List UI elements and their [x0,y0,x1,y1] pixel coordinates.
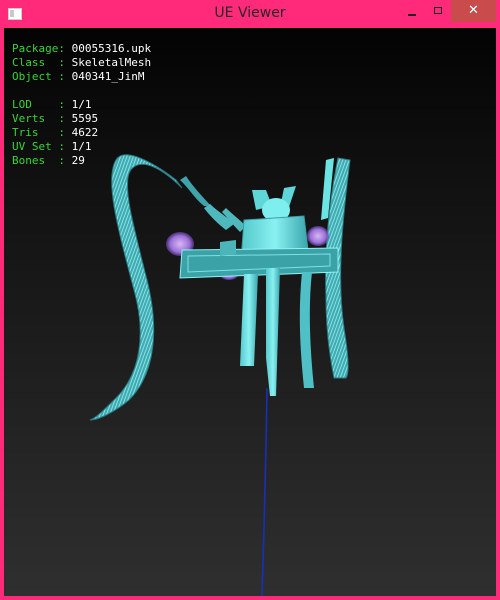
plank [179,247,339,279]
title-bar[interactable]: UE Viewer ✕ [0,0,500,28]
skeletal-mesh-render [89,154,351,596]
leg-left [240,274,258,366]
bone-line [261,387,268,596]
maximize-icon [434,7,442,14]
close-button[interactable]: ✕ [451,0,496,22]
maximize-button[interactable] [425,0,451,22]
left-ribbon [89,154,183,421]
minimize-icon [408,14,416,16]
upper-tassel [180,176,211,206]
3d-viewport[interactable]: Package: 00055316.upk Class : SkeletalMe… [4,28,496,596]
minimize-button[interactable] [399,0,425,22]
fluff-right [307,226,329,246]
plank-ornament [220,240,236,256]
leg-right [266,268,280,396]
leg-outer [299,272,314,388]
head-crest [204,204,246,232]
app-window: UE Viewer ✕ Package: 00055316.upk Class … [0,0,500,600]
close-icon: ✕ [468,3,479,18]
